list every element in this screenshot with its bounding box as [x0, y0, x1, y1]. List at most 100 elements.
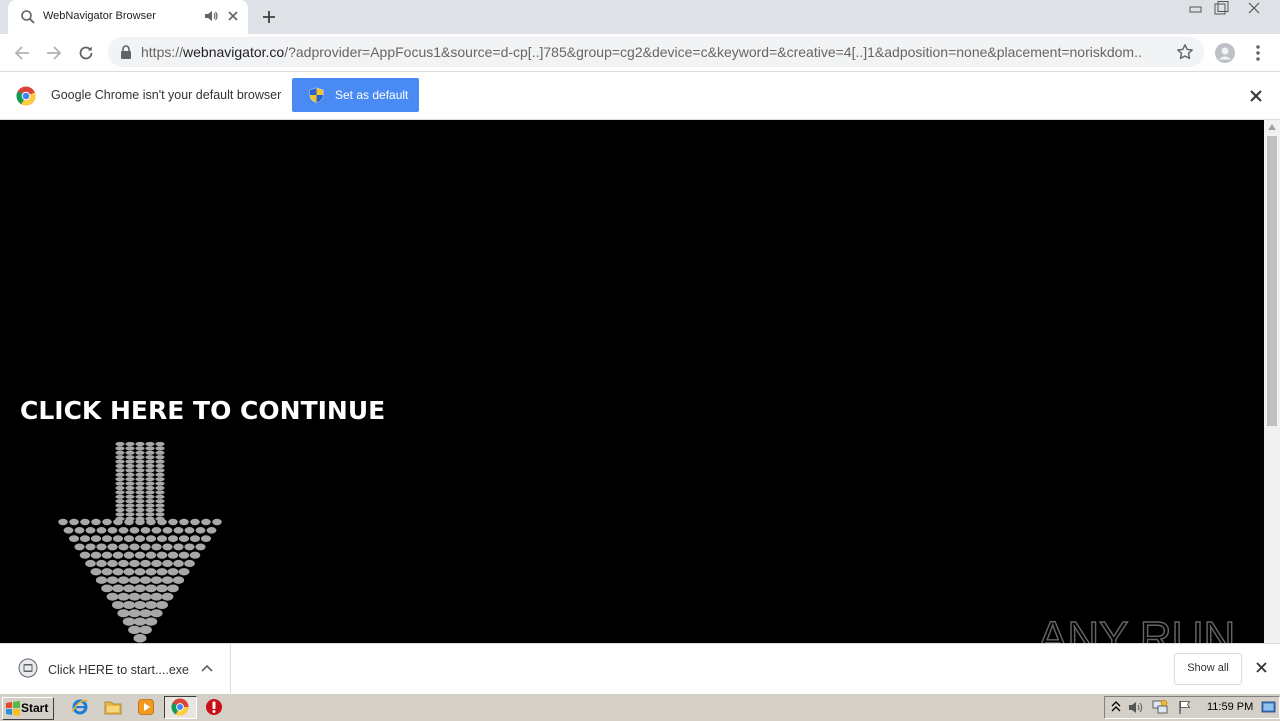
- new-tab-plus-icon[interactable]: [260, 8, 278, 26]
- arrow-dot: [167, 584, 179, 593]
- arrow-dot: [156, 535, 168, 542]
- tab-title: WebNavigator Browser: [43, 10, 156, 22]
- arrow-dot: [161, 592, 174, 601]
- download-shelf-close-icon[interactable]: [1255, 661, 1268, 674]
- infobar-close-icon[interactable]: [1249, 89, 1263, 103]
- action-center-flag-icon[interactable]: [1178, 700, 1192, 714]
- start-button[interactable]: Start: [2, 697, 54, 720]
- arrow-dot: [115, 463, 125, 469]
- arrow-dot: [135, 477, 145, 482]
- arrow-dot: [125, 494, 135, 499]
- chrome-taskbar-icon: [171, 698, 189, 716]
- scrollbar-thumb[interactable]: [1267, 136, 1277, 426]
- show-desktop-icon[interactable]: [1261, 700, 1276, 715]
- arrow-dot: [150, 592, 163, 601]
- arrow-dot: [156, 568, 168, 576]
- restore-window-icon[interactable]: [1209, 0, 1233, 18]
- arrow-dot: [155, 481, 165, 486]
- arrow-dot: [172, 576, 185, 584]
- arrow-dot: [115, 507, 125, 513]
- arrow-dot: [184, 543, 195, 551]
- lock-icon[interactable]: [120, 45, 132, 59]
- arrow-dot: [145, 503, 155, 508]
- arrow-dot: [115, 481, 125, 486]
- arrow-dot: [145, 477, 155, 482]
- arrow-dot: [135, 512, 145, 517]
- arrow-dot: [125, 463, 135, 469]
- opera-icon[interactable]: [205, 698, 223, 716]
- arrow-dot: [125, 468, 135, 473]
- arrow-dot: [129, 559, 140, 568]
- arrow-dot: [69, 518, 79, 526]
- system-tray: 11:59 PM: [1104, 696, 1280, 719]
- arrow-dot: [155, 485, 165, 491]
- minimize-window-icon[interactable]: [1184, 0, 1208, 18]
- arrow-dot: [115, 472, 125, 477]
- show-all-downloads-button[interactable]: Show all: [1174, 653, 1242, 685]
- arrow-dot: [135, 459, 145, 464]
- download-file-name: Click HERE to start....exe: [48, 663, 190, 677]
- arrow-dot: [145, 463, 155, 469]
- set-as-default-button[interactable]: Set as default: [292, 78, 419, 112]
- arrow-dot: [155, 463, 165, 469]
- dotted-down-arrow-graphic[interactable]: [55, 440, 225, 645]
- tab-close-icon[interactable]: [226, 9, 240, 23]
- arrow-dot: [145, 568, 157, 576]
- folder-icon[interactable]: [104, 698, 122, 716]
- close-window-icon[interactable]: [1242, 0, 1266, 18]
- arrow-dot: [155, 450, 165, 455]
- arrow-dot: [123, 601, 135, 609]
- media-player-icon[interactable]: [137, 698, 155, 716]
- arrow-dot: [128, 609, 141, 618]
- arrow-dot: [135, 481, 145, 486]
- show-hidden-icons-chevron-icon[interactable]: [1111, 700, 1121, 714]
- arrow-dot: [79, 551, 91, 559]
- arrow-dot: [123, 535, 135, 542]
- vertical-scrollbar[interactable]: [1264, 120, 1280, 643]
- arrow-dot: [125, 481, 135, 486]
- arrow-dot: [206, 527, 217, 534]
- arrow-dot: [145, 584, 157, 593]
- arrow-dot: [96, 527, 107, 534]
- back-icon[interactable]: [12, 43, 32, 63]
- arrow-dot: [128, 576, 141, 584]
- arrow-dot: [140, 543, 151, 551]
- network-icon[interactable]: [1152, 699, 1168, 715]
- address-bar[interactable]: https://webnavigator.co/?adprovider=AppF…: [108, 37, 1204, 67]
- arrow-dot: [162, 527, 173, 534]
- star-icon[interactable]: [1176, 43, 1194, 61]
- url-text[interactable]: https://webnavigator.co/?adprovider=AppF…: [141, 44, 1141, 60]
- profile-icon[interactable]: [1215, 43, 1235, 63]
- arrow-dot: [85, 559, 96, 568]
- arrow-dot: [190, 518, 200, 526]
- kebab-menu-icon[interactable]: [1252, 43, 1264, 63]
- arrow-dot: [96, 543, 107, 551]
- chevron-up-icon[interactable]: [200, 662, 214, 674]
- arrow-dot: [95, 576, 108, 584]
- arrow-dot: [112, 584, 124, 593]
- arrow-dot: [90, 568, 102, 576]
- arrow-dot: [189, 535, 201, 542]
- arrow-dot: [74, 527, 85, 534]
- arrow-dot: [145, 494, 155, 499]
- arrow-dot: [117, 592, 130, 601]
- arrow-dot: [125, 446, 135, 451]
- volume-icon[interactable]: [1128, 700, 1144, 715]
- internet-explorer-icon[interactable]: [71, 698, 89, 716]
- browser-tab[interactable]: WebNavigator Browser: [8, 0, 248, 34]
- windows-taskbar: Start 11:59 PM: [0, 693, 1280, 721]
- speaker-icon[interactable]: [204, 9, 218, 23]
- scroll-up-arrow-icon[interactable]: [1268, 124, 1276, 130]
- arrow-dot: [184, 559, 195, 568]
- click-here-to-continue-link[interactable]: CLICK HERE TO CONTINUE: [20, 396, 385, 425]
- arrow-dot: [85, 543, 96, 551]
- download-item[interactable]: Click HERE to start....exe: [0, 644, 231, 694]
- forward-icon[interactable]: [44, 43, 64, 63]
- taskbar-chrome-active[interactable]: [164, 696, 197, 719]
- arrow-dot: [90, 535, 102, 542]
- arrow-dot: [125, 503, 135, 508]
- reload-icon[interactable]: [76, 43, 96, 63]
- arrow-dot: [167, 568, 179, 576]
- arrow-dot: [145, 455, 155, 460]
- arrow-dot: [184, 527, 195, 534]
